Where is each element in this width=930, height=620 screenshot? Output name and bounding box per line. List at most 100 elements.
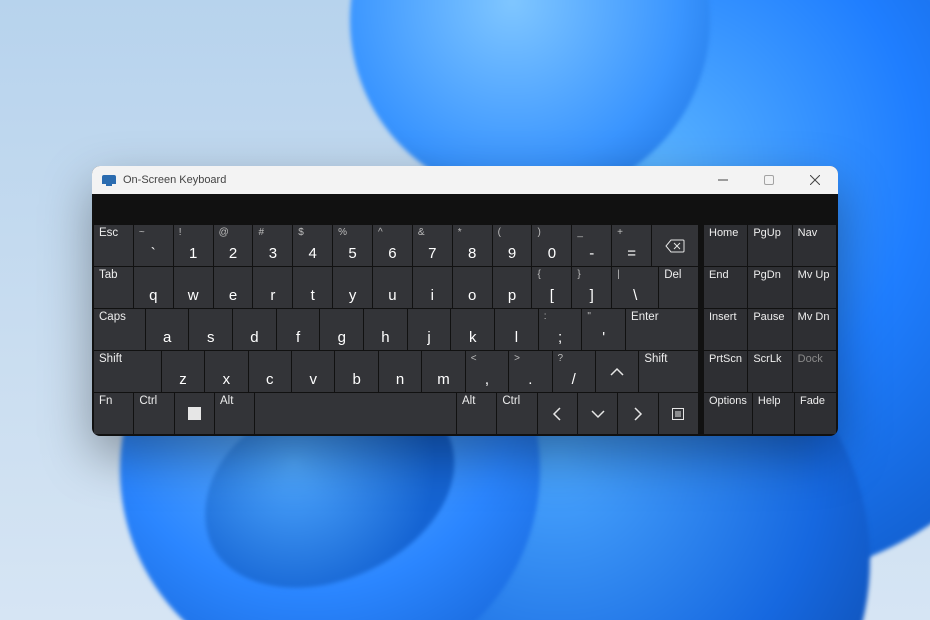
key-ralt[interactable]: Alt (457, 393, 496, 434)
close-button[interactable] (792, 166, 838, 194)
key-f[interactable]: f (277, 309, 320, 350)
key-label: c (266, 372, 274, 387)
key-pause[interactable]: Pause (748, 309, 791, 350)
key-backspace[interactable] (652, 225, 698, 266)
key-u[interactable]: u (373, 267, 412, 308)
key-insert[interactable]: Insert (704, 309, 747, 350)
key-lctrl[interactable]: Ctrl (134, 393, 173, 434)
key-lalt[interactable]: Alt (215, 393, 254, 434)
key-sublabel: $ (298, 228, 327, 238)
key-2[interactable]: @2 (214, 225, 253, 266)
maximize-button[interactable] (746, 166, 792, 194)
key-z[interactable]: z (162, 351, 204, 392)
key-home[interactable]: Home (704, 225, 747, 266)
key-scrlk[interactable]: ScrLk (748, 351, 791, 392)
key-n[interactable]: n (379, 351, 421, 392)
key-h[interactable]: h (364, 309, 407, 350)
key-lshift[interactable]: Shift (94, 351, 161, 392)
key-nav[interactable]: Nav (793, 225, 836, 266)
key-x[interactable]: x (205, 351, 247, 392)
key-fade[interactable]: Fade (795, 393, 836, 434)
key-pgup[interactable]: PgUp (748, 225, 791, 266)
key-row-3: Caps a s d f g h j k l :; "' Enter (94, 309, 698, 350)
key-caps[interactable]: Caps (94, 309, 145, 350)
key-q[interactable]: q (134, 267, 173, 308)
key-4[interactable]: $4 (293, 225, 332, 266)
key-l[interactable]: l (495, 309, 538, 350)
key-help[interactable]: Help (753, 393, 794, 434)
key-j[interactable]: j (408, 309, 451, 350)
key-d[interactable]: d (233, 309, 276, 350)
key-label: Home (709, 228, 742, 239)
key-e[interactable]: e (214, 267, 253, 308)
key-enter[interactable]: Enter (626, 309, 698, 350)
key-1[interactable]: !1 (174, 225, 213, 266)
key-slash[interactable]: ?/ (553, 351, 595, 392)
key-sublabel: ~ (139, 228, 168, 238)
key-comma[interactable]: <, (466, 351, 508, 392)
key-left[interactable] (538, 393, 577, 434)
key-period[interactable]: >. (509, 351, 551, 392)
key-dock[interactable]: Dock (793, 351, 836, 392)
key-down[interactable] (578, 393, 617, 434)
key-label: 9 (508, 246, 516, 261)
key-label: \ (633, 288, 637, 303)
key-3[interactable]: #3 (253, 225, 292, 266)
key-7[interactable]: &7 (413, 225, 452, 266)
key-end[interactable]: End (704, 267, 747, 308)
key-space[interactable] (255, 393, 456, 434)
key-o[interactable]: o (453, 267, 492, 308)
key-0[interactable]: )0 (532, 225, 571, 266)
chevron-right-icon (633, 407, 643, 421)
key-label: Alt (462, 396, 491, 408)
key-prtscn[interactable]: PrtScn (704, 351, 747, 392)
key-w[interactable]: w (174, 267, 213, 308)
key-rshift[interactable]: Shift (639, 351, 698, 392)
key-lbracket[interactable]: {[ (532, 267, 571, 308)
key-mvup[interactable]: Mv Up (793, 267, 836, 308)
key-rctrl[interactable]: Ctrl (497, 393, 536, 434)
key-y[interactable]: y (333, 267, 372, 308)
key-m[interactable]: m (422, 351, 464, 392)
minimize-button[interactable] (700, 166, 746, 194)
key-v[interactable]: v (292, 351, 334, 392)
key-g[interactable]: g (320, 309, 363, 350)
key-sublabel: } (577, 270, 606, 280)
key-9[interactable]: (9 (493, 225, 532, 266)
key-label: Alt (220, 396, 249, 408)
titlebar[interactable]: On-Screen Keyboard (92, 166, 838, 194)
key-fn[interactable]: Fn (94, 393, 133, 434)
key-t[interactable]: t (293, 267, 332, 308)
key-i[interactable]: i (413, 267, 452, 308)
key-backtick[interactable]: ~` (134, 225, 173, 266)
key-equals[interactable]: += (612, 225, 651, 266)
key-tab[interactable]: Tab (94, 267, 133, 308)
key-semicolon[interactable]: :; (539, 309, 582, 350)
key-minus[interactable]: _- (572, 225, 611, 266)
key-c[interactable]: c (249, 351, 291, 392)
key-label: d (250, 330, 258, 345)
key-6[interactable]: ^6 (373, 225, 412, 266)
key-backslash[interactable]: |\ (612, 267, 658, 308)
key-del[interactable]: Del (659, 267, 698, 308)
key-5[interactable]: %5 (333, 225, 372, 266)
key-rbracket[interactable]: }] (572, 267, 611, 308)
key-esc[interactable]: Esc (94, 225, 133, 266)
key-mvdn[interactable]: Mv Dn (793, 309, 836, 350)
key-a[interactable]: a (146, 309, 189, 350)
key-row-1: Esc ~` !1 @2 #3 $4 %5 ^6 &7 *8 (9 )0 _- … (94, 225, 698, 266)
key-up[interactable] (596, 351, 638, 392)
key-quote[interactable]: "' (582, 309, 625, 350)
key-b[interactable]: b (335, 351, 377, 392)
key-menu[interactable] (659, 393, 698, 434)
key-8[interactable]: *8 (453, 225, 492, 266)
key-windows[interactable] (175, 393, 214, 434)
key-label: v (309, 372, 317, 387)
key-r[interactable]: r (253, 267, 292, 308)
key-s[interactable]: s (189, 309, 232, 350)
key-pgdn[interactable]: PgDn (748, 267, 791, 308)
key-p[interactable]: p (493, 267, 532, 308)
key-options[interactable]: Options (704, 393, 752, 434)
key-k[interactable]: k (451, 309, 494, 350)
key-right[interactable] (618, 393, 657, 434)
